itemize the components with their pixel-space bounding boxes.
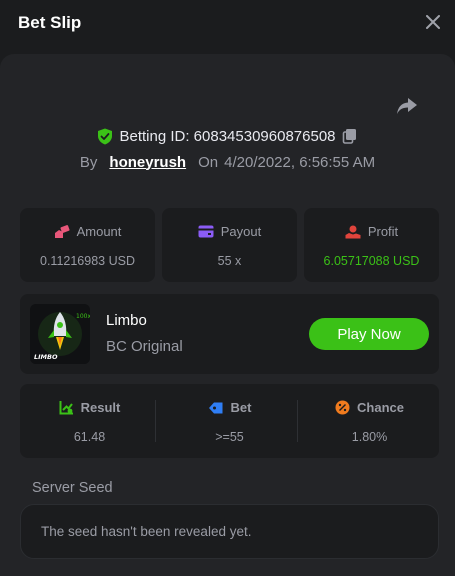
amount-value: 0.11216983 USD: [40, 254, 135, 268]
divider: [297, 400, 298, 442]
payout-value: 55 x: [217, 254, 242, 268]
copy-icon[interactable]: [342, 128, 358, 144]
amount-label: Amount: [76, 224, 122, 239]
username-link[interactable]: honeyrush: [109, 154, 186, 171]
wallet-icon: [198, 225, 214, 238]
chance-column: Chance 1.80%: [300, 384, 439, 458]
share-button[interactable]: [395, 96, 419, 116]
close-icon[interactable]: [426, 15, 440, 29]
bet-author-row: By honeyrush On 4/20/2022, 6:56:55 AM: [0, 152, 455, 172]
svg-text:100x: 100x: [76, 313, 90, 320]
server-seed-label: Server Seed: [32, 480, 113, 496]
bet-slip-header: Bet Slip: [0, 0, 455, 46]
game-provider: BC Original: [106, 338, 183, 355]
payout-label: Payout: [220, 224, 262, 239]
server-seed-message: The seed hasn't been revealed yet.: [41, 524, 252, 539]
betting-id-row: Betting ID: 608345309608765​08: [0, 126, 455, 146]
chance-value: 1.80%: [351, 430, 388, 444]
bet-datetime: 4/20/2022, 6:56:55 AM: [224, 153, 376, 171]
header-title: Bet Slip: [18, 13, 82, 32]
profit-card: Profit 6.05717088 USD: [304, 208, 439, 282]
bet-label: Bet: [230, 400, 252, 415]
hand-coin-icon: [345, 225, 361, 238]
close-button[interactable]: [423, 12, 443, 32]
by-label: By: [79, 153, 98, 171]
amount-card: Amount 0.11216983 USD: [20, 208, 155, 282]
thumb-label: LIMBO: [34, 353, 58, 361]
shield-check-icon: [98, 128, 113, 144]
result-column: Result 61.48: [20, 384, 159, 458]
profit-label: Profit: [367, 224, 399, 239]
payout-card: Payout 55 x: [162, 208, 297, 282]
game-card: 100x LIMBO Limbo BC Original Play Now: [20, 294, 439, 374]
profit-value: 6.05717088 USD: [323, 254, 420, 268]
on-label: On: [198, 153, 219, 171]
result-value: 61.48: [73, 430, 106, 444]
result-label: Result: [80, 400, 121, 415]
betting-id: Betting ID: 608345309608765​08: [119, 127, 336, 145]
coins-icon: [54, 224, 70, 238]
result-card: Result 61.48 Bet >=55 Chance 1.80%: [20, 384, 439, 458]
game-thumbnail[interactable]: 100x LIMBO: [30, 304, 90, 364]
chance-label: Chance: [357, 400, 404, 415]
share-icon[interactable]: [395, 96, 419, 116]
bet-value: >=55: [215, 430, 244, 444]
divider: [155, 400, 156, 442]
game-name: Limbo: [106, 312, 147, 329]
bet-column: Bet >=55: [160, 384, 299, 458]
tag-icon: [208, 402, 223, 413]
play-now-button[interactable]: Play Now: [309, 318, 429, 350]
rocket-icon: 100x LIMBO: [30, 304, 90, 364]
percent-icon: [335, 400, 350, 415]
chart-up-icon: [59, 401, 73, 415]
server-seed-field[interactable]: The seed hasn't been revealed yet.: [20, 504, 439, 559]
